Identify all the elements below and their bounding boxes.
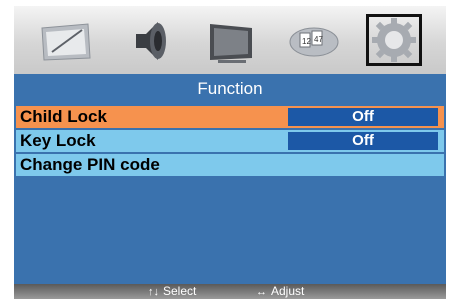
monitor-icon <box>210 24 252 63</box>
svg-text:47: 47 <box>314 35 323 44</box>
key-lock-value[interactable]: Off <box>288 132 438 150</box>
function-panel: Function Child Lock Off Key Lock Off Cha… <box>14 74 446 299</box>
picture-icon <box>41 23 91 61</box>
menu-item-label: Change PIN code <box>20 155 160 174</box>
select-hint-label: Select <box>163 284 197 298</box>
menu-item-change-pin[interactable]: Change PIN code <box>16 154 444 176</box>
up-down-arrows-icon: ↑↓ <box>148 286 159 298</box>
adjust-hint: ↔ Adjust <box>256 284 304 300</box>
tab-sound[interactable] <box>122 14 178 66</box>
svg-text:12: 12 <box>302 37 311 46</box>
menu-item-key-lock[interactable]: Key Lock Off <box>16 130 444 152</box>
category-tab-bar: 12 47 <box>14 6 446 74</box>
menu-item-label: Child Lock <box>20 107 107 126</box>
left-right-arrows-icon: ↔ <box>256 286 267 298</box>
menu-item-label: Key Lock <box>20 131 96 150</box>
gear-icon <box>372 18 416 62</box>
select-hint: ↑↓ Select <box>148 284 196 300</box>
panel-title: Function <box>197 79 263 98</box>
child-lock-value[interactable]: Off <box>288 108 438 126</box>
tab-picture[interactable] <box>38 14 94 66</box>
tab-timer[interactable]: 12 47 <box>286 14 342 66</box>
key-hint-bar: ↑↓ Select ↔ Adjust <box>14 284 446 299</box>
menu-item-child-lock[interactable]: Child Lock Off <box>16 106 444 128</box>
tab-screen[interactable] <box>204 14 260 66</box>
adjust-hint-label: Adjust <box>271 284 305 298</box>
osd-menu: 12 47 Function Child Lock Off Key Lock O… <box>14 6 446 299</box>
tab-function[interactable] <box>366 14 422 66</box>
timer-icon: 12 47 <box>289 27 339 57</box>
speaker-icon <box>136 22 166 60</box>
